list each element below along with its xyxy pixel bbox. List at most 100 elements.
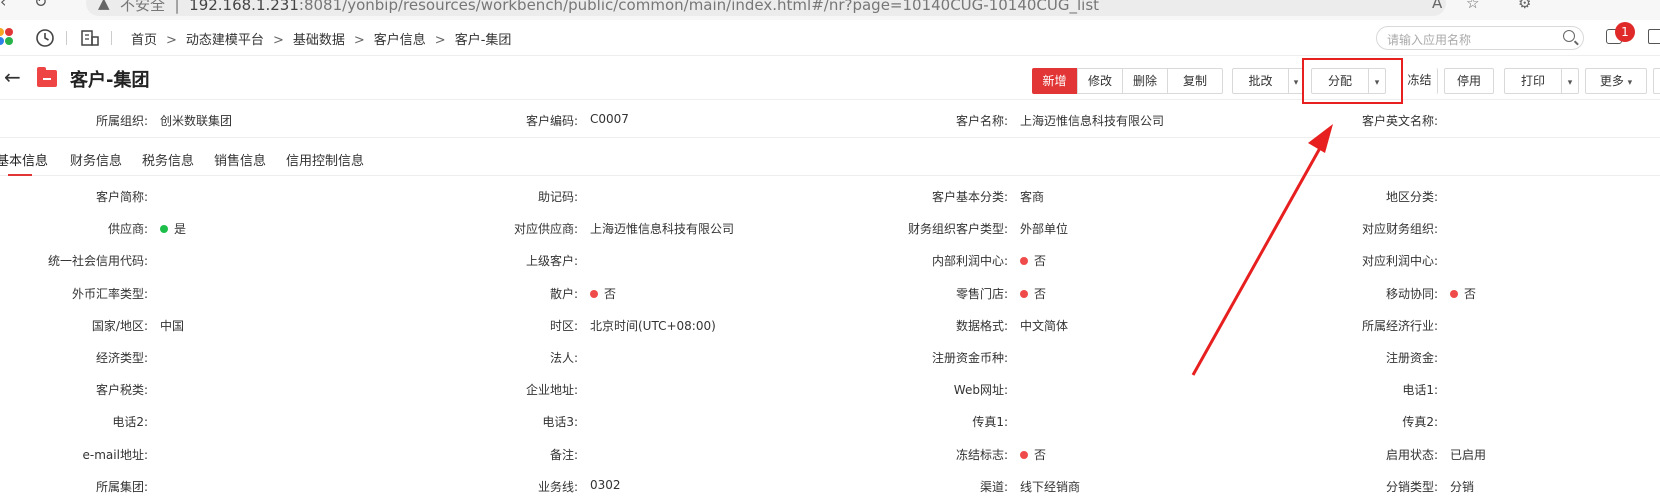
status-dot-icon bbox=[1020, 257, 1028, 265]
field-value: 上海迈惟信息科技有限公司 bbox=[590, 220, 734, 237]
back-arrow-icon[interactable]: ← bbox=[4, 65, 21, 89]
field-label: 法人: bbox=[549, 351, 578, 365]
chevron-down-icon: ▾ bbox=[1567, 78, 1573, 88]
read-aloud-icon[interactable]: A bbox=[1432, 0, 1442, 12]
edit-button[interactable]: 修改 bbox=[1077, 68, 1123, 94]
field-label: 时区: bbox=[549, 319, 578, 333]
browser-back-icon[interactable]: ‹ bbox=[0, 0, 6, 11]
field-value-text: 0302 bbox=[590, 478, 621, 492]
search-icon[interactable] bbox=[1563, 30, 1575, 42]
calendar-icon[interactable] bbox=[1648, 29, 1660, 44]
field-label: 国家/地区: bbox=[91, 319, 148, 333]
more-button[interactable]: 更多 ▾ bbox=[1585, 68, 1647, 94]
page-title: 客户-集团 bbox=[70, 70, 150, 91]
tab-finance-info[interactable]: 财务信息 bbox=[70, 150, 122, 169]
warning-icon: ▲ bbox=[98, 0, 110, 12]
chevron-right-icon: > bbox=[272, 33, 284, 48]
status-dot-icon bbox=[590, 290, 598, 298]
batch-edit-button[interactable]: 批改 bbox=[1232, 68, 1289, 94]
url-path: :8081/yonbip/resources/workbench/public/… bbox=[298, 0, 1100, 14]
field-value-text: 否 bbox=[1464, 287, 1477, 301]
overflow-button[interactable] bbox=[1653, 68, 1660, 94]
field-value-text: 外部单位 bbox=[1020, 222, 1069, 236]
field-label: 经济类型: bbox=[95, 351, 148, 365]
breadcrumb-item-current: 客户-集团 bbox=[454, 33, 512, 48]
field-value: 否 bbox=[1450, 285, 1476, 302]
disable-button[interactable]: 停用 bbox=[1444, 68, 1494, 94]
url-text[interactable]: 不安全 | 192.168.1.231:8081/yonbip/resource… bbox=[120, 0, 1099, 15]
chevron-down-icon: ▾ bbox=[1627, 78, 1633, 88]
field-value-text: 分销 bbox=[1450, 480, 1475, 494]
field-label: 传真2: bbox=[1402, 415, 1438, 429]
field-label: 对应财务组织: bbox=[1361, 222, 1438, 236]
chevron-right-icon: > bbox=[434, 33, 446, 48]
field-label: 业务线: bbox=[537, 480, 578, 494]
field-label: 供应商: bbox=[107, 222, 148, 236]
divider bbox=[66, 31, 67, 45]
field-value-text: 中文简体 bbox=[1020, 319, 1069, 333]
page-header: ← 客户-集团 新增 修改 删除 复制 批改 ▾ 分配 ▾ 冻结 停用 打印 ▾… bbox=[0, 56, 1660, 100]
history-clock-icon[interactable] bbox=[35, 28, 55, 48]
print-button[interactable]: 打印 bbox=[1504, 68, 1562, 94]
tab-basic-info[interactable]: 基本信息 bbox=[0, 150, 48, 169]
chevron-down-icon: ▾ bbox=[1293, 78, 1299, 88]
breadcrumb-item[interactable]: 动态建模平台 bbox=[186, 33, 264, 48]
breadcrumb: 首页 > 动态建模平台 > 基础数据 > 客户信息 > 客户-集团 bbox=[131, 29, 511, 48]
app-top-bar: 首页 > 动态建模平台 > 基础数据 > 客户信息 > 客户-集团 请输入应用名称 1 bbox=[0, 20, 1660, 56]
delete-button[interactable]: 删除 bbox=[1122, 68, 1168, 94]
field-value: 否 bbox=[1020, 446, 1046, 463]
field-label: 散户: bbox=[549, 287, 578, 301]
breadcrumb-item[interactable]: 基础数据 bbox=[293, 33, 345, 48]
field-label: 启用状态: bbox=[1385, 448, 1438, 462]
tab-credit-control-info[interactable]: 信用控制信息 bbox=[286, 150, 364, 169]
field-label: 零售门店: bbox=[955, 287, 1008, 301]
field-label: Web网址: bbox=[953, 383, 1008, 397]
print-dropdown[interactable]: ▾ bbox=[1561, 68, 1579, 94]
field-label: 客户基本分类: bbox=[931, 190, 1008, 204]
browser-reload-icon[interactable]: ↻ bbox=[34, 0, 47, 11]
more-label: 更多 bbox=[1599, 74, 1624, 88]
field-value-text: 客商 bbox=[1020, 190, 1045, 204]
breadcrumb-item[interactable]: 客户信息 bbox=[374, 33, 426, 48]
field-value: 中文简体 bbox=[1020, 317, 1068, 334]
field-value-text: 线下经销商 bbox=[1020, 480, 1081, 494]
field-value: 已启用 bbox=[1450, 446, 1486, 463]
field-value: 北京时间(UTC+08:00) bbox=[590, 317, 716, 334]
field-label: 电话3: bbox=[542, 415, 578, 429]
field-label: 客户名称: bbox=[955, 114, 1008, 128]
status-dot-icon bbox=[160, 225, 168, 233]
field-label: 数据格式: bbox=[955, 319, 1008, 333]
breadcrumb-item[interactable]: 首页 bbox=[131, 33, 157, 48]
divider bbox=[111, 31, 112, 45]
field-label: 地区分类: bbox=[1385, 190, 1438, 204]
tab-sales-info[interactable]: 销售信息 bbox=[214, 150, 266, 169]
field-value-text: 中国 bbox=[160, 319, 185, 333]
app-logo[interactable] bbox=[0, 28, 16, 48]
app-search-input[interactable]: 请输入应用名称 bbox=[1376, 26, 1584, 50]
copy-button[interactable]: 复制 bbox=[1167, 68, 1223, 94]
tab-tax-info[interactable]: 税务信息 bbox=[142, 150, 194, 169]
field-value-text: 否 bbox=[1034, 287, 1047, 301]
field-label: 备注: bbox=[549, 448, 578, 462]
folder-icon bbox=[37, 67, 57, 87]
field-value: 中国 bbox=[160, 317, 184, 334]
active-tab-indicator bbox=[8, 174, 32, 176]
add-button[interactable]: 新增 bbox=[1032, 68, 1077, 94]
field-value-text: 已启用 bbox=[1450, 448, 1487, 462]
field-value: 上海迈惟信息科技有限公司 bbox=[1020, 114, 1165, 128]
field-value: 0302 bbox=[590, 478, 621, 492]
favorite-star-icon[interactable]: ☆ bbox=[1466, 0, 1479, 12]
field-value-text: 上海迈惟信息科技有限公司 bbox=[590, 222, 735, 236]
field-label: 客户简称: bbox=[95, 190, 148, 204]
field-value-text: 北京时间(UTC+08:00) bbox=[590, 319, 716, 333]
extensions-icon[interactable]: ⚙ bbox=[1518, 0, 1531, 12]
building-icon[interactable] bbox=[80, 28, 100, 48]
field-label: 所属组织: bbox=[95, 114, 148, 128]
field-label: 传真1: bbox=[972, 415, 1008, 429]
field-value-text: 是 bbox=[174, 222, 187, 236]
annotation-highlight-box bbox=[1302, 58, 1403, 104]
field-value: 否 bbox=[1020, 285, 1046, 302]
freeze-button[interactable]: 冻结 bbox=[1402, 68, 1438, 94]
field-label: 助记码: bbox=[537, 190, 578, 204]
field-value: C0007 bbox=[590, 112, 629, 126]
